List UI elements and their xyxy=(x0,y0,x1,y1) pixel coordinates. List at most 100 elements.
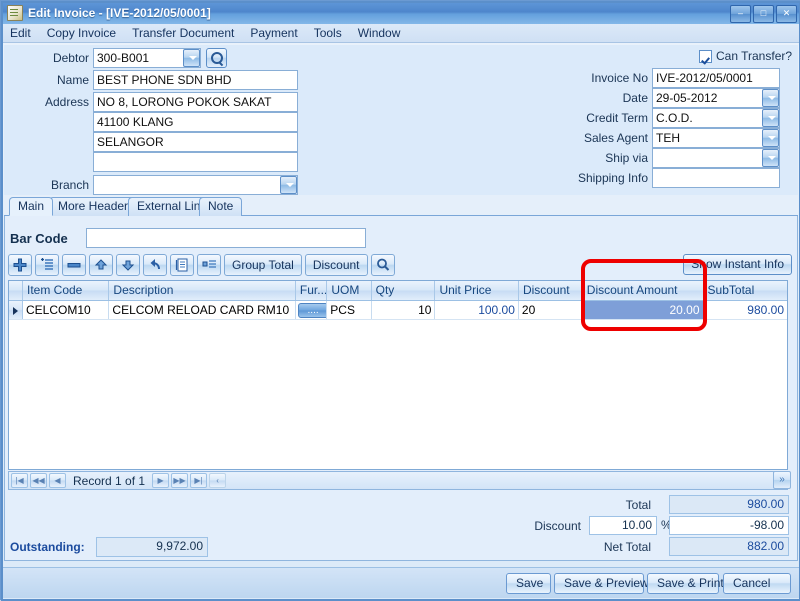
move-up-button[interactable] xyxy=(89,254,113,276)
address-line-2-input[interactable]: 41100 KLANG xyxy=(93,112,298,132)
maximize-icon: □ xyxy=(760,8,767,18)
undo-button[interactable] xyxy=(143,254,167,276)
address-line-4-input[interactable] xyxy=(93,152,298,172)
first-record-button[interactable]: |◀ xyxy=(11,473,28,488)
branch-combo[interactable] xyxy=(93,175,298,195)
date-value[interactable]: 29-05-2012 xyxy=(652,88,780,108)
chevron-down-icon[interactable] xyxy=(762,129,779,147)
tab-note[interactable]: Note xyxy=(199,197,243,216)
maximize-button[interactable]: □ xyxy=(753,5,774,23)
group-total-button[interactable]: Group Total xyxy=(224,254,302,276)
tab-more-header[interactable]: More Header xyxy=(49,197,138,216)
menu-item-copy-invoice[interactable]: Copy Invoice xyxy=(39,24,124,42)
barcode-input[interactable] xyxy=(86,228,366,248)
ship-via-combo[interactable] xyxy=(652,148,780,168)
chevron-down-icon[interactable] xyxy=(280,176,297,194)
next-page-button[interactable]: ▶▶ xyxy=(171,473,189,488)
minimize-button[interactable]: – xyxy=(730,5,751,23)
cell-description[interactable]: CELCOM RELOAD CARD RM10 xyxy=(109,301,296,319)
ship-via-value[interactable] xyxy=(652,148,780,168)
cell-item-code[interactable]: CELCOM10 xyxy=(23,301,110,319)
title-bar: Edit Invoice - [IVE-2012/05/0001] – □ ✕ xyxy=(2,2,800,24)
cell-unit-price[interactable]: 100.00 xyxy=(435,301,519,319)
collapse-nav-button[interactable]: ‹ xyxy=(209,473,227,488)
chevron-down-icon[interactable] xyxy=(183,49,200,67)
credit-term-combo[interactable]: C.O.D. xyxy=(652,108,780,128)
invoice-items-grid[interactable]: Item Code Description Fur... UOM Qty Uni… xyxy=(8,280,788,470)
save-print-button[interactable]: Save & Print xyxy=(647,573,724,594)
insert-row-button[interactable] xyxy=(35,254,59,276)
column-header-uom[interactable]: UOM xyxy=(327,281,372,300)
cell-subtotal[interactable]: 980.00 xyxy=(704,301,787,319)
sales-agent-value[interactable]: TEH xyxy=(652,128,780,148)
menu-item-edit[interactable]: Edit xyxy=(2,24,39,42)
invoice-no-input[interactable]: IVE-2012/05/0001 xyxy=(652,68,780,88)
can-transfer-checkbox-group[interactable]: Can Transfer? xyxy=(699,49,792,63)
plus-icon xyxy=(9,255,31,275)
sales-agent-combo[interactable]: TEH xyxy=(652,128,780,148)
magnifier-icon xyxy=(372,255,394,275)
cancel-button[interactable]: Cancel xyxy=(723,573,791,594)
cell-discount-amount[interactable]: 20.00 xyxy=(582,301,704,319)
credit-term-value[interactable]: C.O.D. xyxy=(652,108,780,128)
tab-main[interactable]: Main xyxy=(9,197,54,216)
show-instant-info-button[interactable]: Show Instant Info xyxy=(683,254,792,275)
column-header-description[interactable]: Description xyxy=(109,281,296,300)
menu-item-transfer-document[interactable]: Transfer Document xyxy=(124,24,242,42)
menu-item-tools[interactable]: Tools xyxy=(306,24,350,42)
grid-scroll-right-button[interactable]: » xyxy=(773,471,791,489)
menu-item-payment[interactable]: Payment xyxy=(242,24,305,42)
column-header-further[interactable]: Fur... xyxy=(296,281,328,300)
table-row[interactable]: CELCOM10 CELCOM RELOAD CARD RM10 .... PC… xyxy=(9,301,787,320)
can-transfer-checkbox[interactable] xyxy=(699,49,712,63)
prev-page-button[interactable]: ◀◀ xyxy=(30,473,47,488)
chevron-down-icon[interactable] xyxy=(762,89,779,107)
last-record-button[interactable]: ▶| xyxy=(190,473,208,488)
row-indicator-header xyxy=(9,281,23,300)
debtor-combo[interactable]: 300-B001 xyxy=(93,48,201,68)
date-label: Date xyxy=(622,91,648,105)
discount-button[interactable]: Discount xyxy=(304,254,368,276)
close-button[interactable]: ✕ xyxy=(776,5,797,23)
save-button[interactable]: Save xyxy=(506,573,551,594)
further-detail-button[interactable]: .... xyxy=(297,303,327,318)
date-picker[interactable]: 29-05-2012 xyxy=(652,88,780,108)
column-header-discount[interactable]: Discount xyxy=(519,281,583,300)
list-detail-button[interactable] xyxy=(170,254,194,276)
credit-term-label: Credit Term xyxy=(586,111,648,125)
save-preview-button[interactable]: Save & Preview xyxy=(554,573,649,594)
cell-discount[interactable]: 20 xyxy=(519,301,583,319)
discount-percent-input[interactable]: 10.00 xyxy=(589,516,657,535)
cell-further[interactable]: .... xyxy=(296,301,328,319)
total-label: Total xyxy=(625,498,651,512)
cell-qty[interactable]: 10 xyxy=(372,301,436,319)
menu-bar: Edit Copy Invoice Transfer Document Paym… xyxy=(2,24,800,43)
outstanding-label: Outstanding: xyxy=(10,540,85,554)
delete-row-button[interactable] xyxy=(62,254,86,276)
column-header-subtotal[interactable]: SubTotal xyxy=(704,281,787,300)
column-header-qty[interactable]: Qty xyxy=(372,281,436,300)
search-item-button[interactable] xyxy=(370,254,395,276)
add-row-button[interactable] xyxy=(8,254,32,276)
next-record-button[interactable]: ▶ xyxy=(152,473,170,488)
branch-value[interactable] xyxy=(93,175,298,195)
column-header-discount-amount[interactable]: Discount Amount xyxy=(583,281,704,300)
window-controls: – □ ✕ xyxy=(730,5,797,23)
column-header-unit-price[interactable]: Unit Price xyxy=(435,281,519,300)
discount-amount-value[interactable]: -98.00 xyxy=(669,516,789,535)
address-line-1-input[interactable]: NO 8, LORONG POKOK SAKAT xyxy=(93,92,298,112)
ship-via-label: Ship via xyxy=(605,151,648,165)
chevron-down-icon[interactable] xyxy=(762,109,779,127)
prev-record-button[interactable]: ◀ xyxy=(49,473,66,488)
shipping-info-input[interactable] xyxy=(652,168,780,188)
column-header-item-code[interactable]: Item Code xyxy=(23,281,110,300)
name-label: Name xyxy=(56,73,89,87)
move-down-button[interactable] xyxy=(116,254,140,276)
chevron-down-icon[interactable] xyxy=(762,149,779,167)
debtor-search-button[interactable] xyxy=(206,48,227,68)
cell-uom[interactable]: PCS xyxy=(327,301,372,319)
item-detail-button[interactable] xyxy=(197,254,221,276)
menu-item-window[interactable]: Window xyxy=(350,24,409,42)
name-input[interactable]: BEST PHONE SDN BHD xyxy=(93,70,298,90)
address-line-3-input[interactable]: SELANGOR xyxy=(93,132,298,152)
